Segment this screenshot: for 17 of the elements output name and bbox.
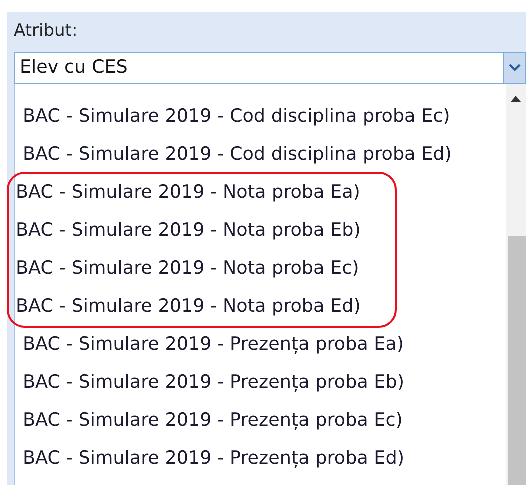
attribute-select[interactable]: Elev cu CES bbox=[14, 52, 504, 84]
dropdown-option[interactable]: BAC - Simulare 2019 - Prezența proba Ea) bbox=[15, 326, 506, 364]
dropdown-option[interactable]: BAC - Simulare 2019 - Prezența proba Ed) bbox=[15, 440, 506, 478]
dropdown-option[interactable]: BAC - Simulare 2019 - Nota proba Ed) bbox=[15, 288, 395, 326]
dropdown-button[interactable] bbox=[504, 52, 526, 84]
dropdown-option[interactable]: BAC - Simulare 2019 - Prezența proba Ec) bbox=[15, 402, 506, 440]
field-label: Atribut: bbox=[14, 20, 79, 42]
dropdown-option[interactable]: BAC - Simulare 2019 - Cod disciplina proba Ed) bbox=[15, 136, 506, 174]
dropdown-option[interactable]: BAC - Simulare 2019 - Nota proba Ec) bbox=[15, 250, 395, 288]
scroll-up-icon[interactable] bbox=[511, 96, 521, 102]
scroll-thumb[interactable] bbox=[508, 236, 526, 485]
dropdown-option[interactable]: BAC - Simulare 2019 - Cod disciplina proba Ec) bbox=[15, 98, 506, 136]
chevron-down-icon bbox=[508, 64, 520, 72]
dropdown-option[interactable]: BAC - Simulare 2019 - Nota proba Eb) bbox=[15, 212, 395, 250]
dropdown-option[interactable]: BAC - Simulare 2019 - Prezența proba Eb) bbox=[15, 364, 506, 402]
scrollbar[interactable] bbox=[506, 84, 526, 485]
dropdown-option[interactable]: BAC - Simulare 2019 - Nota proba Ea) bbox=[15, 174, 395, 212]
